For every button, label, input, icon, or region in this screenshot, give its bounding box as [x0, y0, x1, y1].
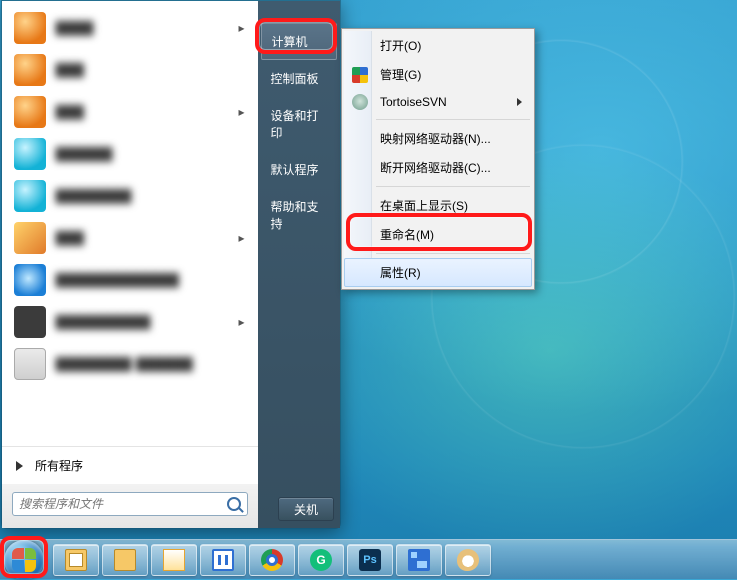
right-item-label: 设备和打印 — [270, 109, 318, 140]
menu-separator — [376, 253, 530, 254]
taskbar-item-photoshop[interactable]: Ps — [347, 544, 393, 576]
program-item[interactable]: ███ ▸ — [6, 91, 254, 133]
taskbar-item-libraries[interactable] — [53, 544, 99, 576]
outlook-icon — [163, 549, 185, 571]
start-button[interactable] — [4, 540, 44, 580]
menu-separator — [376, 186, 530, 187]
program-item[interactable]: █████████████ — [6, 259, 254, 301]
app-icon — [14, 54, 46, 86]
start-menu-right-pane: 计算机 控制面板 设备和打印 默认程序 帮助和支持 — [258, 1, 340, 528]
cm-properties[interactable]: 属性(R) — [344, 258, 532, 287]
taskbar-item-explorer[interactable] — [102, 544, 148, 576]
tortoisesvn-icon — [352, 94, 368, 110]
cm-label: TortoiseSVN — [380, 95, 447, 109]
cm-open[interactable]: 打开(O) — [344, 31, 532, 60]
cm-label: 打开(O) — [380, 39, 421, 53]
right-item-default-programs[interactable]: 默认程序 — [258, 151, 340, 188]
app-icon — [14, 12, 46, 44]
submenu-arrow-icon: ▸ — [238, 105, 244, 119]
program-item[interactable]: ████████ — [6, 175, 254, 217]
program-label: ██████████ — [56, 315, 151, 329]
program-label: ███ — [56, 105, 85, 119]
right-item-label: 计算机 — [271, 35, 307, 49]
taskbar-item-control-panel-app[interactable] — [396, 544, 442, 576]
program-label: ███ — [56, 63, 85, 77]
shield-icon — [352, 67, 368, 83]
search-input[interactable] — [19, 497, 227, 511]
program-label: █████████████ — [56, 273, 180, 287]
app-icon — [14, 306, 46, 338]
g-icon: G — [310, 549, 332, 571]
maxthon-icon — [212, 549, 234, 571]
search-icon — [227, 497, 241, 511]
start-menu: ████ ▸ ███ ███ ▸ ██████ ████████ ███ ▸ ████… — [1, 0, 341, 529]
program-label: ████████ — [56, 189, 132, 203]
computer-context-menu: 打开(O) 管理(G) TortoiseSVN 映射网络驱动器(N)... 断开… — [341, 28, 535, 290]
all-programs-button[interactable]: 所有程序 — [2, 446, 258, 484]
cm-tortoisesvn[interactable]: TortoiseSVN — [344, 89, 532, 115]
app-icon — [14, 348, 46, 380]
taskbar-item-paint[interactable] — [445, 544, 491, 576]
start-menu-left-pane: ████ ▸ ███ ███ ▸ ██████ ████████ ███ ▸ ████… — [2, 1, 258, 528]
photoshop-icon: Ps — [359, 549, 381, 571]
taskbar-item-maxthon[interactable] — [200, 544, 246, 576]
shutdown-label: 关机 — [294, 501, 318, 518]
program-label: ████ — [56, 21, 94, 35]
program-item[interactable]: ███ ▸ — [6, 217, 254, 259]
app-icon — [14, 138, 46, 170]
panel-icon — [408, 549, 430, 571]
right-item-label: 控制面板 — [270, 72, 318, 86]
submenu-arrow-icon — [517, 98, 522, 106]
taskbar-item-chrome[interactable] — [249, 544, 295, 576]
right-item-computer[interactable]: 计算机 — [261, 23, 337, 60]
taskbar-item-outlook[interactable] — [151, 544, 197, 576]
paint-icon — [457, 549, 479, 571]
cm-show-on-desktop[interactable]: 在桌面上显示(S) — [344, 191, 532, 220]
right-item-devices-printers[interactable]: 设备和打印 — [258, 97, 340, 151]
program-item[interactable]: ██████ — [6, 133, 254, 175]
all-programs-label: 所有程序 — [35, 457, 83, 474]
cm-map-network-drive[interactable]: 映射网络驱动器(N)... — [344, 124, 532, 153]
right-item-label: 默认程序 — [270, 163, 318, 177]
program-item[interactable]: ████ ▸ — [6, 7, 254, 49]
taskbar-item-grammarly[interactable]: G — [298, 544, 344, 576]
folder-icon — [114, 549, 136, 571]
cm-label: 映射网络驱动器(N)... — [380, 132, 491, 146]
cm-label: 断开网络驱动器(C)... — [380, 161, 491, 175]
submenu-arrow-icon: ▸ — [238, 315, 244, 329]
chrome-icon — [261, 549, 283, 571]
program-label: ████████ ██████ — [56, 357, 193, 371]
cm-label: 管理(G) — [380, 68, 421, 82]
app-icon — [14, 96, 46, 128]
program-label: ███ — [56, 231, 85, 245]
right-item-help-support[interactable]: 帮助和支持 — [258, 188, 340, 242]
right-item-control-panel[interactable]: 控制面板 — [258, 60, 340, 97]
submenu-arrow-icon: ▸ — [238, 231, 244, 245]
program-item[interactable]: ███ — [6, 49, 254, 91]
taskbar: G Ps — [0, 539, 737, 579]
cm-label: 属性(R) — [380, 266, 421, 280]
search-row — [2, 484, 258, 528]
program-item[interactable]: ██████████ ▸ — [6, 301, 254, 343]
app-icon — [14, 180, 46, 212]
right-item-label: 帮助和支持 — [270, 200, 318, 231]
shutdown-button[interactable]: 关机 — [278, 497, 334, 521]
app-icon — [14, 264, 46, 296]
program-label: ██████ — [56, 147, 113, 161]
libraries-icon — [65, 549, 87, 571]
cm-rename[interactable]: 重命名(M) — [344, 220, 532, 249]
cm-label: 在桌面上显示(S) — [380, 199, 468, 213]
program-item[interactable]: ████████ ██████ — [6, 343, 254, 385]
pinned-programs-list: ████ ▸ ███ ███ ▸ ██████ ████████ ███ ▸ ████… — [2, 1, 258, 446]
menu-separator — [376, 119, 530, 120]
app-icon — [14, 222, 46, 254]
triangle-right-icon — [16, 461, 23, 471]
cm-manage[interactable]: 管理(G) — [344, 60, 532, 89]
windows-logo-icon — [12, 548, 36, 572]
cm-disconnect-network-drive[interactable]: 断开网络驱动器(C)... — [344, 153, 532, 182]
search-box[interactable] — [12, 492, 248, 516]
cm-label: 重命名(M) — [380, 228, 434, 242]
submenu-arrow-icon: ▸ — [238, 21, 244, 35]
